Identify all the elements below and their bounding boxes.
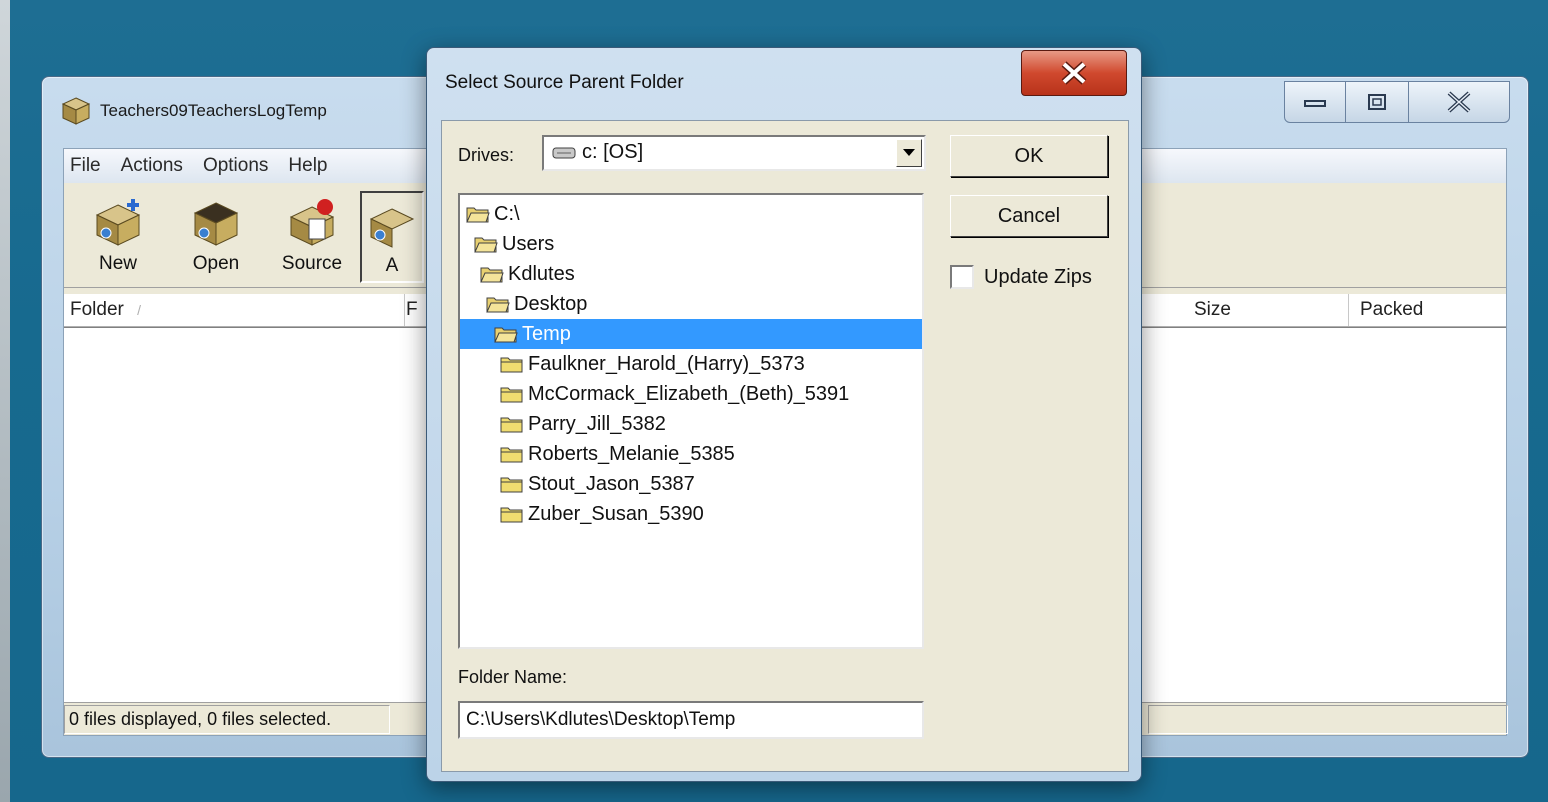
menu-actions[interactable]: Actions	[121, 155, 183, 177]
folder-name-label: Folder Name:	[458, 667, 568, 687]
chevron-down-icon	[903, 149, 915, 156]
source-label: Source	[281, 253, 343, 274]
tree-node-label: Kdlutes	[508, 262, 575, 285]
tree-node-label: Roberts_Melanie_5385	[528, 442, 735, 465]
add-button[interactable]: A	[360, 191, 424, 283]
column-size[interactable]: Size	[1188, 294, 1349, 326]
column-size-label: Size	[1194, 299, 1231, 320]
update-zips-box[interactable]	[950, 265, 974, 289]
dialog-close-button[interactable]	[1021, 50, 1127, 96]
closed-folder-icon	[500, 447, 523, 463]
minimize-button[interactable]	[1284, 81, 1346, 123]
open-package-icon	[193, 202, 239, 246]
sort-asc-icon: /	[137, 302, 142, 318]
main-window-title: Teachers09TeachersLogTemp	[100, 101, 327, 120]
window-controls	[1284, 81, 1510, 123]
open-folder-icon	[486, 297, 510, 313]
ok-button[interactable]: OK	[950, 135, 1108, 177]
select-folder-dialog: Select Source Parent Folder Drives: c: […	[426, 47, 1142, 782]
tree-node-label: Users	[502, 232, 555, 255]
drive-value: c: [OS]	[552, 141, 643, 164]
tree-node-label: Desktop	[514, 292, 588, 315]
cancel-button[interactable]: Cancel	[950, 195, 1108, 237]
dialog-title: Select Source Parent Folder	[445, 72, 684, 93]
column-packed-label: Packed	[1360, 299, 1424, 320]
drive-value-text: c: [OS]	[582, 141, 644, 163]
menu-options[interactable]: Options	[203, 155, 268, 177]
drives-label: Drives:	[458, 145, 515, 165]
status-pane-right	[1148, 705, 1508, 734]
tree-node-stout[interactable]: Stout_Jason_5387	[500, 469, 695, 499]
tree-node-roberts[interactable]: Roberts_Melanie_5385	[500, 439, 735, 469]
closed-folder-icon	[500, 507, 523, 523]
tree-node-label: Temp	[522, 322, 571, 345]
dropdown-arrow-button[interactable]	[896, 139, 922, 167]
close-window-button[interactable]	[1409, 81, 1510, 123]
update-zips-label: Update Zips	[984, 265, 1092, 288]
column-folder-label: Folder	[70, 299, 124, 320]
left-edge-strip	[0, 0, 10, 802]
tree-node-faulkner[interactable]: Faulkner_Harold_(Harry)_5373	[500, 349, 805, 379]
new-label: New	[98, 253, 137, 274]
tree-node-label: Parry_Jill_5382	[528, 412, 666, 435]
closed-folder-icon	[500, 387, 523, 403]
open-button[interactable]: Open	[168, 191, 264, 279]
open-folder-icon	[474, 237, 498, 253]
add-label: A	[385, 255, 399, 276]
close-icon	[1447, 91, 1471, 113]
column-packed[interactable]: Packed	[1354, 294, 1500, 326]
restore-icon	[1368, 94, 1386, 110]
app-package-icon	[61, 97, 91, 125]
status-text: 0 files displayed, 0 files selected.	[64, 705, 390, 734]
open-folder-icon	[494, 327, 518, 343]
open-folder-icon	[466, 207, 490, 223]
source-button[interactable]: Source	[264, 191, 360, 279]
tree-node-label: Zuber_Susan_5390	[528, 502, 704, 525]
update-zips-checkbox[interactable]: Update Zips	[950, 265, 1092, 289]
folder-tree[interactable]: C:\ Users Kdlutes Desktop Temp Faulkner_…	[458, 193, 924, 649]
new-button[interactable]: New	[70, 191, 166, 279]
dialog-client-area: Drives: c: [OS] C:\ Users Kdlutes Deskto…	[441, 120, 1129, 772]
tree-node-zuber[interactable]: Zuber_Susan_5390	[500, 499, 704, 529]
tree-node-kdlutes[interactable]: Kdlutes	[480, 259, 575, 289]
maximize-button[interactable]	[1346, 81, 1409, 123]
folder-name-field[interactable]: C:\Users\Kdlutes\Desktop\Temp	[458, 701, 924, 739]
menu-help[interactable]: Help	[288, 155, 327, 177]
tree-node-temp[interactable]: Temp	[460, 319, 922, 349]
tree-node-users[interactable]: Users	[474, 229, 554, 259]
open-folder-icon	[480, 267, 504, 283]
tree-node-mccormack[interactable]: McCormack_Elizabeth_(Beth)_5391	[500, 379, 849, 409]
column-folder[interactable]: Folder /	[64, 294, 405, 326]
tree-node-desktop[interactable]: Desktop	[486, 289, 587, 319]
tree-node-label: C:\	[494, 202, 520, 225]
source-package-icon	[289, 199, 335, 246]
tree-node-c[interactable]: C:\	[466, 199, 520, 229]
minimize-icon	[1304, 100, 1326, 107]
tree-node-parry[interactable]: Parry_Jill_5382	[500, 409, 666, 439]
drive-icon	[552, 147, 576, 158]
tree-node-label: Faulkner_Harold_(Harry)_5373	[528, 352, 805, 375]
tree-node-label: Stout_Jason_5387	[528, 472, 695, 495]
closed-folder-icon	[500, 357, 523, 373]
menu-file[interactable]: File	[70, 155, 101, 177]
drives-dropdown[interactable]: c: [OS]	[542, 135, 926, 171]
column-f-label: F	[406, 299, 418, 320]
main-window-titlebar: Teachers09TeachersLogTemp	[60, 95, 327, 127]
close-icon	[1061, 61, 1087, 85]
closed-folder-icon	[500, 417, 523, 433]
tree-node-label: McCormack_Elizabeth_(Beth)_5391	[528, 382, 850, 405]
open-label: Open	[192, 253, 240, 274]
closed-folder-icon	[500, 477, 523, 493]
add-package-icon	[369, 208, 415, 248]
new-package-icon	[95, 199, 141, 246]
